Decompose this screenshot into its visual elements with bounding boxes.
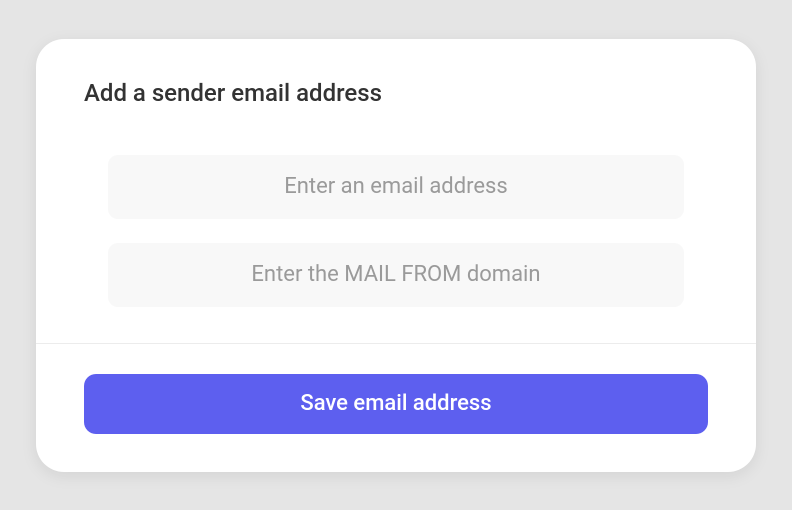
save-button[interactable]: Save email address <box>84 374 708 434</box>
modal-footer: Save email address <box>36 343 756 472</box>
form-fields <box>84 155 708 307</box>
mail-from-domain-input[interactable] <box>108 243 684 307</box>
add-sender-modal: Add a sender email address Save email ad… <box>36 39 756 472</box>
modal-body: Add a sender email address <box>36 39 756 343</box>
email-input[interactable] <box>108 155 684 219</box>
modal-title: Add a sender email address <box>84 79 708 107</box>
